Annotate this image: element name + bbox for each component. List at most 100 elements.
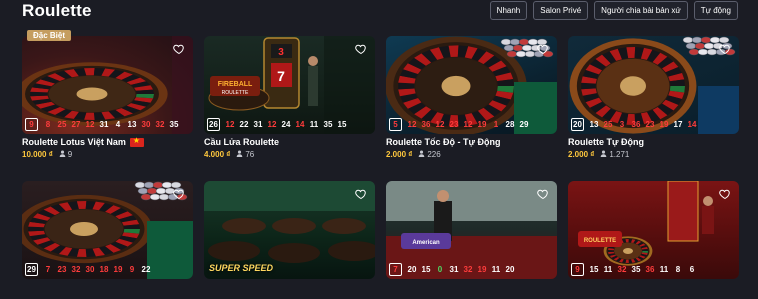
recent-results [207,263,372,276]
svg-text:ROULETTE: ROULETTE [584,238,616,244]
result-number: 24 [281,120,291,129]
recent-results: 29 7 23 32 30 18 19 9 22 [25,263,190,276]
result-number: 19 [113,265,123,274]
svg-text:FIREBALL: FIREBALL [218,81,253,88]
game-card[interactable]: 9 8 25 27 12 31 4 13 30 32 35 Đặc Biệt Roulette Lotu… [22,30,193,159]
result-number: 17 [673,120,683,129]
result-number: 35 [323,120,333,129]
filter-nhanh-button[interactable]: Nhanh [489,1,528,20]
player-count-text: 76 [245,150,255,159]
result-number: 20 [571,118,584,131]
person-icon [600,150,607,159]
recent-results: 7 20 15 0 31 32 19 11 20 [389,263,554,276]
result-number: 31 [449,265,459,274]
result-number: 14 [295,120,305,129]
game-name-text: Roulette Tự Động [568,137,645,147]
game-thumbnail[interactable]: 9 8 25 27 12 31 4 13 30 32 35 [22,36,193,134]
result-number: 11 [491,265,501,274]
filter-auto-button[interactable]: Tự động [693,1,738,20]
result-number: 30 [141,120,151,129]
result-number: 11 [309,120,319,129]
result-number: 19 [659,120,669,129]
page-title: Roulette [22,1,92,20]
min-bet: 2.000 ₫ [568,150,595,159]
result-number: 12 [225,120,235,129]
result-number: 11 [659,265,669,274]
result-number: 36 [631,120,641,129]
game-name-text: Roulette Tốc Độ - Tự Động [386,137,501,147]
game-thumbnail[interactable]: 20 13 25 3 36 23 19 17 14 [568,36,739,134]
filter-salon-prive-button[interactable]: Salon Privé [533,1,589,20]
result-number: 31 [99,120,109,129]
game-thumbnail[interactable]: 5 12 36 12 23 12 19 1 28 29 [386,36,557,134]
game-meta: 10.000 ₫ 9 [22,150,72,159]
player-count: 226 [418,150,441,159]
game-card[interactable]: American 7 20 15 0 31 32 19 11 20 [386,181,557,299]
favorite-heart-icon[interactable] [537,42,549,55]
result-number: 6 [689,265,695,274]
person-icon [236,150,243,159]
game-name-text: Roulette Lotus Việt Nam [22,137,126,147]
special-badge: Đặc Biệt [27,30,72,41]
result-number: 30 [85,265,95,274]
filter-native-dealer-button[interactable]: Người chia bài bản xứ [594,1,688,20]
result-number: 11 [603,265,613,274]
game-card[interactable]: 5 12 36 12 23 12 19 1 28 29 Roulette Tốc Độ - Tự Đ… [386,36,557,159]
favorite-heart-icon[interactable] [173,42,185,55]
favorite-heart-icon[interactable] [537,187,549,200]
result-number: 20 [407,265,417,274]
result-number: 12 [407,120,417,129]
game-card[interactable]: 20 13 25 3 36 23 19 17 14 Roulette Tự Động 2.000 ₫… [568,36,739,159]
result-number: 19 [477,265,487,274]
game-meta: 4.000 ₫ 76 [204,150,254,159]
result-number: 15 [337,120,347,129]
svg-text:American: American [412,240,440,246]
game-meta: 2.000 ₫ 1.271 [568,150,629,159]
result-number: 19 [477,120,487,129]
result-number: 13 [589,120,599,129]
game-thumbnail[interactable]: American 7 20 15 0 31 32 19 11 20 [386,181,557,279]
result-number: 27 [71,120,81,129]
result-number: 15 [589,265,599,274]
result-number: 32 [463,265,473,274]
favorite-heart-icon[interactable] [173,187,185,200]
result-number: 7 [45,265,51,274]
result-number: 5 [389,118,402,131]
result-number: 20 [505,265,515,274]
player-count: 76 [236,150,254,159]
svg-text:3: 3 [278,47,284,58]
game-thumbnail[interactable]: ROULETTE 9 15 11 32 35 36 11 8 6 [568,181,739,279]
player-count: 9 [59,150,72,159]
result-number: 15 [421,265,431,274]
recent-results: 9 15 11 32 35 36 11 8 6 [571,263,736,276]
game-card[interactable]: 3 7 FIREBALL ROULETTE 26 12 22 31 12 24 14 11 35 15 Cầ… [204,36,375,159]
game-card[interactable]: SUPER SPEED [204,181,375,299]
game-title: Roulette Tốc Độ - Tự Động [386,137,501,147]
result-number: 25 [603,120,613,129]
favorite-heart-icon[interactable] [719,187,731,200]
result-number: 8 [675,265,681,274]
result-number: 35 [631,265,641,274]
game-meta: 2.000 ₫ 226 [386,150,441,159]
game-name-text: Cầu Lửa Roulette [204,137,280,147]
game-thumbnail[interactable]: 29 7 23 32 30 18 19 9 22 [22,181,193,279]
player-count: 1.271 [600,150,629,159]
result-number: 32 [71,265,81,274]
recent-results: 5 12 36 12 23 12 19 1 28 29 [389,118,554,131]
game-thumbnail[interactable]: SUPER SPEED [204,181,375,279]
result-number: 8 [45,120,51,129]
favorite-heart-icon[interactable] [719,42,731,55]
result-number: 12 [463,120,473,129]
game-card[interactable]: ROULETTE 9 15 11 32 35 36 11 8 6 [568,181,739,299]
favorite-heart-icon[interactable] [355,42,367,55]
recent-results: 26 12 22 31 12 24 14 11 35 15 [207,118,372,131]
min-bet: 10.000 ₫ [22,150,53,159]
favorite-heart-icon[interactable] [355,187,367,200]
game-title: Roulette Lotus Việt Nam [22,136,144,147]
game-card[interactable]: 29 7 23 32 30 18 19 9 22 [22,181,193,299]
result-number: 28 [505,120,515,129]
result-number: 9 [25,118,38,131]
game-title: Roulette Tự Động [568,137,644,147]
min-bet: 4.000 ₫ [204,150,231,159]
game-thumbnail[interactable]: 3 7 FIREBALL ROULETTE 26 12 22 31 12 24 14 11 35 15 [204,36,375,134]
